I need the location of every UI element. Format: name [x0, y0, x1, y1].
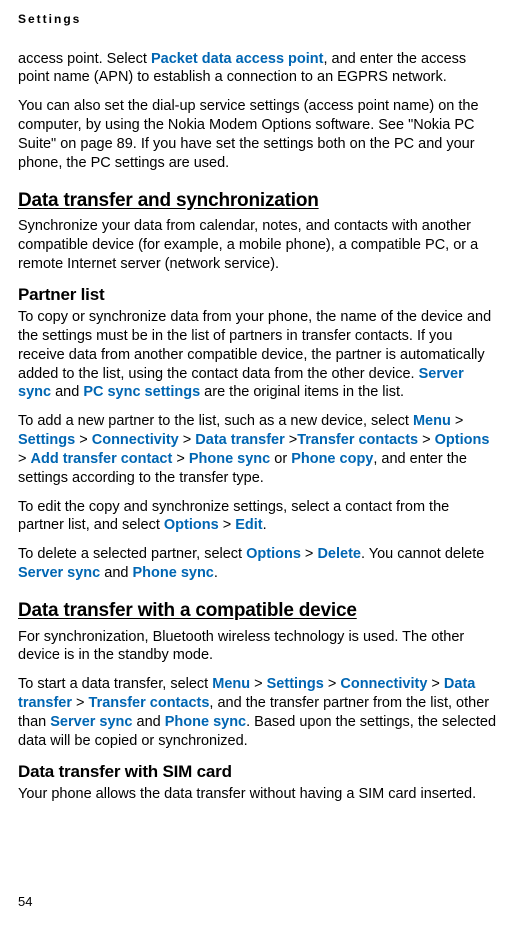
ui-link-phone-sync: Phone sync	[189, 451, 270, 467]
text: .	[263, 517, 267, 533]
text: and	[100, 565, 132, 581]
ui-link-phone-sync: Phone sync	[132, 565, 213, 581]
ui-link-settings: Settings	[18, 432, 75, 448]
separator: >	[75, 432, 92, 448]
ui-link-data-transfer: Data transfer	[195, 432, 284, 448]
text: To start a data transfer, select	[18, 676, 212, 692]
ui-link-settings: Settings	[267, 676, 324, 692]
paragraph: To delete a selected partner, select Opt…	[18, 545, 497, 583]
page-number: 54	[18, 894, 32, 911]
separator: >	[324, 676, 341, 692]
separator: >	[72, 695, 89, 711]
ui-link-pc-sync-settings: PC sync settings	[83, 384, 200, 400]
ui-link-connectivity: Connectivity	[92, 432, 179, 448]
separator: >	[285, 432, 298, 448]
ui-link-transfer-contacts: Transfer contacts	[297, 432, 418, 448]
paragraph: To start a data transfer, select Menu > …	[18, 675, 497, 750]
separator: >	[418, 432, 435, 448]
separator: >	[427, 676, 444, 692]
text: and	[51, 384, 83, 400]
heading-partner-list: Partner list	[18, 284, 497, 306]
paragraph: For synchronization, Bluetooth wireless …	[18, 628, 497, 666]
ui-link-options: Options	[246, 546, 301, 562]
text: or	[270, 451, 291, 467]
section-header: Settings	[18, 12, 497, 28]
separator: >	[172, 451, 189, 467]
separator: >	[219, 517, 236, 533]
separator: >	[18, 451, 31, 467]
ui-link-options: Options	[164, 517, 219, 533]
paragraph: To edit the copy and synchronize setting…	[18, 498, 497, 536]
text: To delete a selected partner, select	[18, 546, 246, 562]
separator: >	[451, 413, 464, 429]
paragraph: To add a new partner to the list, such a…	[18, 412, 497, 487]
ui-link-phone-sync: Phone sync	[165, 714, 246, 730]
ui-link-phone-copy: Phone copy	[291, 451, 373, 467]
ui-link-transfer-contacts: Transfer contacts	[89, 695, 210, 711]
ui-link-server-sync: Server sync	[50, 714, 132, 730]
separator: >	[301, 546, 318, 562]
text: are the original items in the list.	[200, 384, 404, 400]
ui-link-options: Options	[435, 432, 490, 448]
text: .	[214, 565, 218, 581]
heading-data-transfer-sync: Data transfer and synchronization	[18, 189, 497, 214]
ui-link-edit: Edit	[235, 517, 262, 533]
text: access point. Select	[18, 51, 151, 67]
paragraph: To copy or synchronize data from your ph…	[18, 308, 497, 402]
paragraph: Your phone allows the data transfer with…	[18, 785, 497, 804]
ui-link-packet-data: Packet data access point	[151, 51, 323, 67]
heading-data-transfer-compatible: Data transfer with a compatible device	[18, 599, 497, 624]
text: To add a new partner to the list, such a…	[18, 413, 413, 429]
ui-link-add-transfer-contact: Add transfer contact	[31, 451, 173, 467]
ui-link-menu: Menu	[212, 676, 250, 692]
text: and	[132, 714, 164, 730]
separator: >	[179, 432, 196, 448]
text: . You cannot delete	[361, 546, 484, 562]
heading-data-transfer-sim: Data transfer with SIM card	[18, 761, 497, 783]
paragraph: You can also set the dial-up service set…	[18, 97, 497, 172]
ui-link-menu: Menu	[413, 413, 451, 429]
ui-link-connectivity: Connectivity	[340, 676, 427, 692]
paragraph: Synchronize your data from calendar, not…	[18, 217, 497, 274]
ui-link-delete: Delete	[317, 546, 361, 562]
ui-link-server-sync: Server sync	[18, 565, 100, 581]
separator: >	[250, 676, 267, 692]
paragraph: access point. Select Packet data access …	[18, 50, 497, 88]
